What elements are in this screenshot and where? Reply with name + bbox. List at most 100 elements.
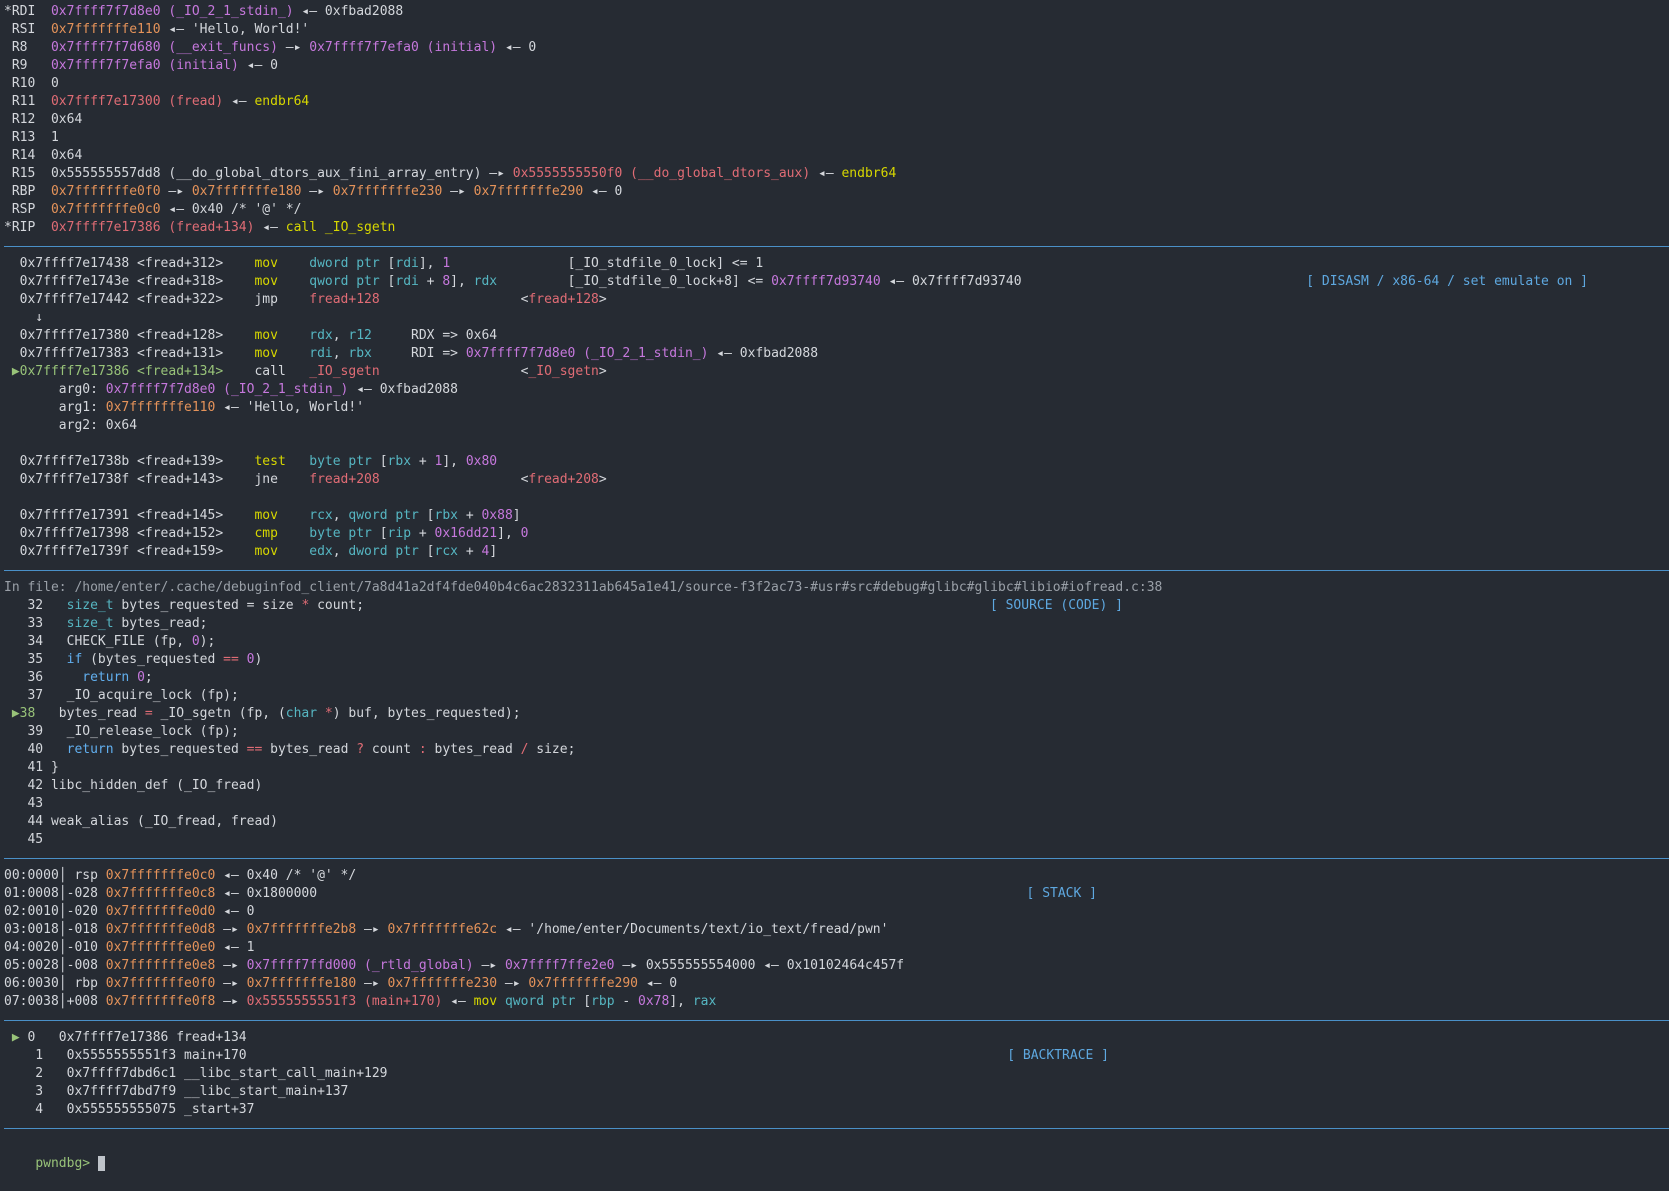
text-segment: 4 0x555555555075 _start+37 [19, 1102, 255, 1117]
register-name: R9 [11, 58, 36, 73]
text-segment: ? [356, 742, 365, 757]
backtrace-panel: ▶ 0 0x7ffff7e17386 fread+134 1 0x5555555… [4, 1029, 1669, 1119]
text-segment: 02:0010│-020 [4, 904, 106, 919]
text-segment: rip [387, 526, 412, 541]
text-segment: 0x7ffff7f7efa0 (initial) [50, 58, 239, 73]
text-segment: bytes_read; [113, 616, 208, 631]
register-row: R15 0x555555557dd8 (__do_global_dtors_au… [4, 165, 1669, 183]
text-segment: fread+128 [528, 292, 599, 307]
text-segment: 38 [19, 706, 36, 721]
text-segment [129, 670, 137, 685]
text-segment: 45 [19, 832, 44, 847]
register-name: RSI [11, 22, 36, 37]
text-segment: [_IO_stdfile_0_lock] <= 1 [450, 256, 764, 271]
text-segment: ◂— 0xfbad2088 [348, 382, 458, 397]
text-segment: ↓ [19, 310, 44, 325]
text-segment: _IO_sgetn (fp, ( [152, 706, 286, 721]
gutter [4, 832, 20, 847]
disasm-row: 0x7ffff7e17383 <fread+131> mov rdi, rbx … [4, 345, 1669, 363]
register-name: R12 [11, 112, 36, 127]
text-segment: endbr64 [841, 166, 897, 181]
text-segment: ◂— 0 [215, 904, 255, 919]
source-line: 35 if (bytes_requested == 0) [4, 651, 1669, 669]
gutter [4, 490, 20, 505]
text-segment: 0 [191, 634, 200, 649]
source-line: 39 _IO_release_lock (fp); [4, 723, 1669, 741]
stack-row: 05:0028│-008 0x7fffffffe0e8 —▸ 0x7ffff7f… [4, 957, 1669, 975]
text-segment: 0x7fffffffe230 [387, 976, 498, 991]
text-segment: 0x64 [50, 112, 83, 127]
text-segment: ], [418, 256, 443, 271]
text-segment: 0x7ffff7f7d680 (__exit_funcs) [50, 40, 278, 55]
text-segment [278, 256, 309, 271]
register-row: R10 0 [4, 75, 1669, 93]
text-segment: qword ptr [309, 274, 380, 289]
gutter [4, 778, 20, 793]
gutter [4, 436, 20, 451]
register-name: RDI [11, 4, 36, 19]
text-segment: , [332, 346, 349, 361]
text-segment [278, 544, 309, 559]
text-segment: == [246, 742, 263, 757]
terminal-window: *RDI 0x7ffff7f7d8e0 (_IO_2_1_stdin_) ◂— … [0, 0, 1669, 1171]
register-changed-marker [4, 148, 12, 163]
text-segment: dword ptr [348, 544, 419, 559]
disasm-row: arg2: 0x64 [4, 417, 1669, 435]
register-changed-marker [4, 94, 12, 109]
stack-row: 06:0030│ rbp 0x7fffffffe0f0 —▸ 0x7ffffff… [4, 975, 1669, 993]
text-segment: 0x78 [638, 994, 670, 1009]
text-segment: ◂— 0x1800000 [215, 886, 318, 901]
text-segment: 39 _IO_release_lock (fp); [19, 724, 239, 739]
disasm-panel: 0x7ffff7e17438 <fread+312> mov dword ptr… [4, 255, 1669, 561]
text-segment: 0x7fffffffe0c0 [105, 868, 216, 883]
disasm-row [4, 435, 1669, 453]
register-name: R8 [11, 40, 36, 55]
text-segment [278, 508, 309, 523]
text-segment: mov [254, 508, 278, 523]
gutter [4, 310, 20, 325]
gutter [4, 1048, 20, 1063]
text-segment: 37 _IO_acquire_lock (fp); [19, 688, 239, 703]
register-changed-marker: * [4, 4, 12, 19]
text-segment [278, 328, 309, 343]
text-segment: RDI => [371, 346, 466, 361]
text-segment: + [458, 508, 482, 523]
text-segment: 0x16dd21 [434, 526, 498, 541]
disasm-row [4, 489, 1669, 507]
text-segment: 32 [19, 598, 67, 613]
gutter [4, 634, 20, 649]
register-changed-marker [4, 166, 12, 181]
text-segment: call [223, 364, 310, 379]
text-segment: 8 [442, 274, 451, 289]
text-segment: ◂— 'Hello, World!' [215, 400, 365, 415]
text-segment: size_t [66, 598, 114, 613]
text-segment: return [66, 742, 114, 757]
command-line[interactable]: pwndbg> [4, 1137, 1669, 1171]
register-name: R15 [11, 166, 36, 181]
text-segment: < [379, 292, 529, 307]
text-segment: rcx [309, 508, 333, 523]
disasm-row: ↓ [4, 309, 1669, 327]
text-segment: mov [254, 274, 278, 289]
text-segment: ◂— 0xfbad2088 [708, 346, 819, 361]
gutter [4, 652, 20, 667]
text-segment: 0x7fffffffe0d0 [105, 904, 216, 919]
text-segment: —▸ [301, 184, 333, 199]
text-segment: 0x7ffff7e1739f <fread+159> [19, 544, 255, 559]
text-segment: + [458, 544, 482, 559]
text-segment: byte ptr [309, 526, 372, 541]
text-segment: 0x7fffffffe0f8 [105, 994, 216, 1009]
text-cursor[interactable] [97, 1156, 105, 1171]
gutter [4, 400, 20, 415]
text-segment: char [285, 706, 318, 721]
text-segment: ◂— 0 [638, 976, 678, 991]
text-segment: —▸ [215, 922, 247, 937]
text-segment: (bytes_requested [82, 652, 224, 667]
text-segment: fread+208 [528, 472, 599, 487]
text-segment: - [614, 994, 639, 1009]
register-changed-marker [4, 112, 12, 127]
register-name: R10 [11, 76, 36, 91]
